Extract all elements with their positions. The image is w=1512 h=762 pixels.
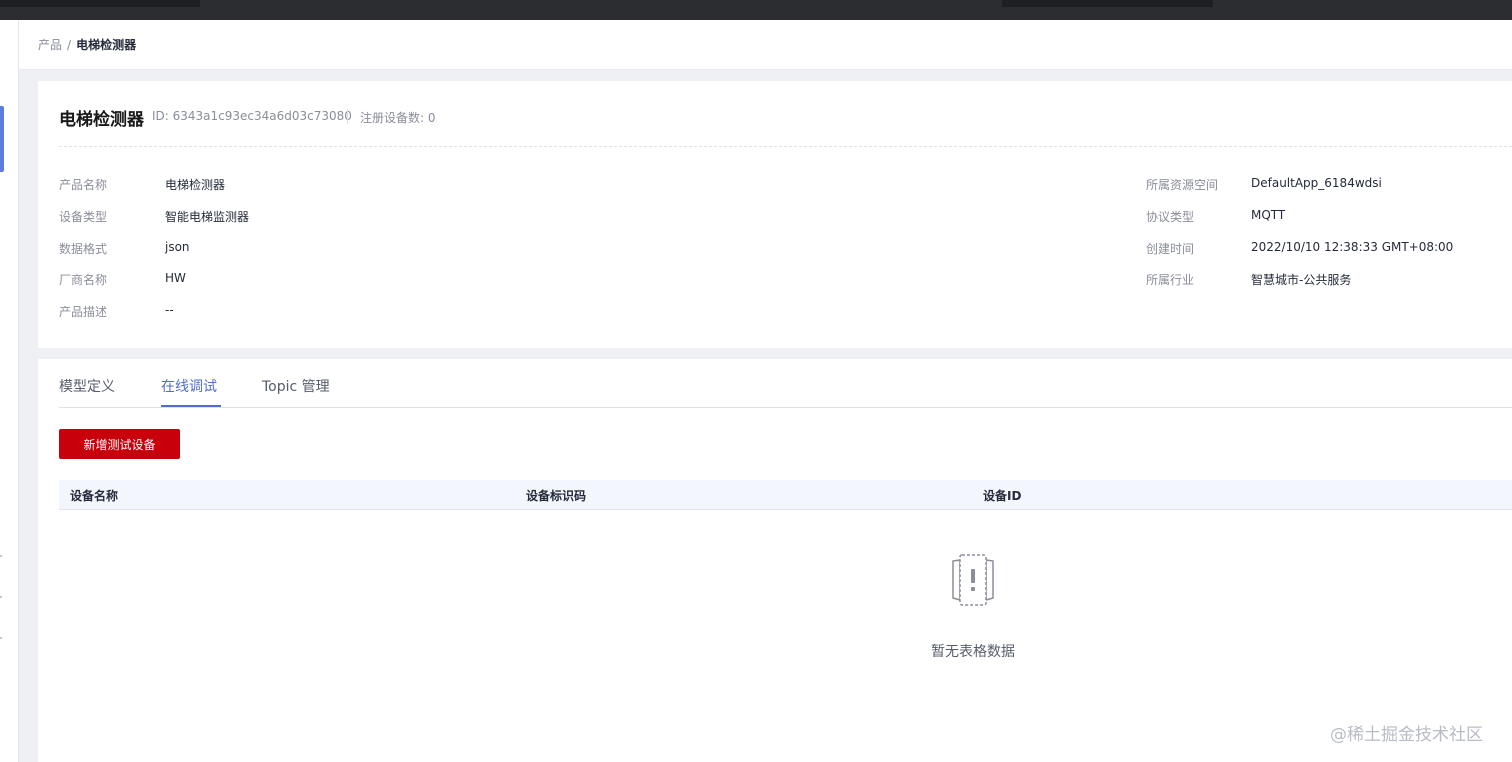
side-nav-marker <box>0 596 2 598</box>
info-label-resource-space: 所属资源空间 <box>1146 178 1219 192</box>
info-label-product-name: 产品名称 <box>59 178 108 192</box>
tab-model-definition[interactable]: 模型定义 <box>59 376 115 396</box>
breadcrumb-current: 电梯检测器 <box>76 38 137 52</box>
debug-card: 模型定义 在线调试 Topic 管理 新增测试设备 设备名称 设备标识码 设备I… <box>38 359 1512 762</box>
top-bar-right-segment <box>1002 0 1213 7</box>
watermark: @稀土掘金技术社区 <box>1330 725 1483 745</box>
side-nav-marker <box>0 555 2 557</box>
info-value-resource-space: DefaultApp_6184wdsi <box>1251 176 1382 190</box>
empty-document-icon <box>943 549 1003 609</box>
column-header-device-identifier: 设备标识码 <box>526 489 587 503</box>
info-label-description: 产品描述 <box>59 305 108 319</box>
table-header: 设备名称 设备标识码 设备ID <box>59 480 1512 510</box>
add-test-device-button[interactable]: 新增测试设备 <box>59 429 180 459</box>
info-value-manufacturer: HW <box>165 271 186 285</box>
info-value-industry: 智慧城市-公共服务 <box>1251 273 1352 287</box>
product-info-card: 电梯检测器 ID: 6343a1c93ec34a6d03c73080 注册设备数… <box>38 81 1512 348</box>
top-bar-left-segment <box>0 0 200 7</box>
active-tab-indicator <box>161 405 221 407</box>
product-id: ID: 6343a1c93ec34a6d03c73080 <box>152 109 352 123</box>
info-label-manufacturer: 厂商名称 <box>59 273 108 287</box>
breadcrumb-separator: / <box>67 38 72 52</box>
breadcrumb-bar: 产品 / 电梯检测器 <box>19 20 1512 70</box>
tab-online-debug[interactable]: 在线调试 <box>161 376 217 396</box>
empty-table-message: 暂无表格数据 <box>931 644 1015 660</box>
info-value-protocol: MQTT <box>1251 208 1286 222</box>
side-nav-active-indicator[interactable] <box>0 106 4 172</box>
info-label-created-time: 创建时间 <box>1146 242 1195 256</box>
info-value-product-name: 电梯检测器 <box>165 178 226 192</box>
breadcrumb: 产品 / 电梯检测器 <box>38 37 136 53</box>
breadcrumb-link-products[interactable]: 产品 <box>38 38 62 52</box>
divider <box>59 146 1512 147</box>
tab-bar: 模型定义 在线调试 Topic 管理 <box>59 359 1512 408</box>
info-value-description: -- <box>165 303 174 317</box>
column-header-device-id: 设备ID <box>983 489 1022 503</box>
side-navigation-collapsed <box>0 20 19 762</box>
registered-device-count: 注册设备数: 0 <box>360 111 436 125</box>
info-value-created-time: 2022/10/10 12:38:33 GMT+08:00 <box>1251 240 1454 254</box>
info-value-data-format: json <box>165 240 190 254</box>
info-value-device-type: 智能电梯监测器 <box>165 210 250 224</box>
info-label-data-format: 数据格式 <box>59 242 108 256</box>
side-nav-marker <box>0 637 2 639</box>
page-title: 电梯检测器 <box>59 110 144 130</box>
info-label-industry: 所属行业 <box>1146 273 1195 287</box>
browser-top-bar <box>0 0 1512 20</box>
info-label-protocol: 协议类型 <box>1146 210 1195 224</box>
info-label-device-type: 设备类型 <box>59 210 108 224</box>
column-header-device-name: 设备名称 <box>70 489 119 503</box>
divider <box>347 109 348 124</box>
tab-topic-management[interactable]: Topic 管理 <box>262 376 330 396</box>
